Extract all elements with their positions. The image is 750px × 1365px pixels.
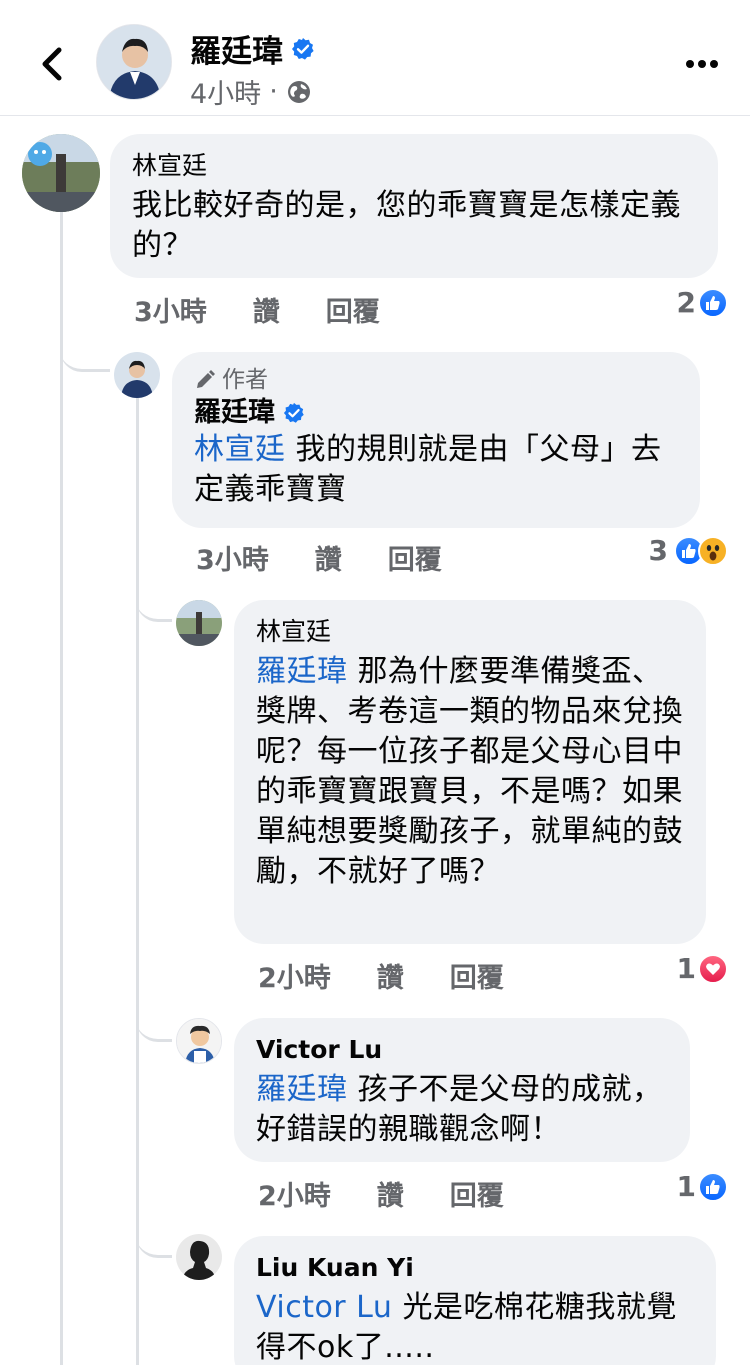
comment-text: 羅廷瑋 孩子不是父母的成就，好錯誤的親職觀念啊！ <box>256 1070 668 1150</box>
mention-link[interactable]: Victor Lu <box>256 1290 392 1325</box>
like-icon <box>698 1171 728 1202</box>
back-button[interactable] <box>28 40 76 88</box>
top-bar: 羅廷瑋 4小時 · <box>0 0 750 116</box>
commenter-name[interactable]: Liu Kuan Yi <box>256 1252 694 1284</box>
reaction-count: 1 <box>676 952 696 985</box>
thread-line <box>60 210 63 1365</box>
author-tag-label: 作者 <box>222 367 268 393</box>
comment-time[interactable]: 2小時 <box>258 956 331 995</box>
like-icon <box>698 287 728 318</box>
reaction-summary[interactable]: 1 <box>677 1170 728 1203</box>
comment-text: Victor Lu 光是吃棉花糖我就覺得不ok了..... <box>256 1288 694 1365</box>
comment-time[interactable]: 3小時 <box>196 538 269 577</box>
commenter-avatar[interactable] <box>176 600 222 646</box>
reply-button[interactable]: 回覆 <box>326 290 380 329</box>
comment-bubble: 作者 羅廷瑋 林宣廷 我的規則就是由「父母」去定義乖寶寶 <box>172 352 700 528</box>
verified-badge-icon <box>292 37 314 60</box>
mention-link[interactable]: 林宣廷 <box>194 432 286 467</box>
meta-separator: · <box>269 76 278 107</box>
pencil-icon <box>197 370 215 388</box>
comment-text: 我比較好奇的是，您的乖寶寶是怎樣定義的？ <box>132 186 696 266</box>
chevron-left-icon <box>42 47 62 81</box>
comment-text: 林宣廷 我的規則就是由「父母」去定義乖寶寶 <box>194 430 678 510</box>
comment-body: 那為什麼要準備獎盃、獎牌、考卷這一類的物品來兌換呢？每一位孩子都是父母心目中的乖… <box>256 654 683 889</box>
comment-text: 羅廷瑋 那為什麼要準備獎盃、獎牌、考卷這一類的物品來兌換呢？每一位孩子都是父母心… <box>256 652 684 892</box>
comment-body: 我比較好奇的是，您的乖寶寶是怎樣定義的？ <box>132 188 681 263</box>
reaction-count: 1 <box>676 1170 696 1203</box>
comment-actions: 3小時 讚 回覆 <box>134 290 380 329</box>
reaction-count: 2 <box>676 286 696 319</box>
like-button[interactable]: 讚 <box>377 1174 404 1213</box>
reply-button[interactable]: 回覆 <box>450 956 504 995</box>
thread-branch <box>136 1000 172 1042</box>
comment-actions: 2小時 讚 回覆 <box>258 1174 504 1213</box>
commenter-name[interactable]: 羅廷瑋 <box>194 396 275 430</box>
like-button[interactable]: 讚 <box>377 956 404 995</box>
more-dots-icon <box>686 60 718 68</box>
mention-link[interactable]: 羅廷瑋 <box>256 654 348 689</box>
comment-actions: 2小時 讚 回覆 <box>258 956 504 995</box>
author-name[interactable]: 羅廷瑋 <box>190 26 283 71</box>
post-comments-page: 羅廷瑋 4小時 · 林宣廷 我比較好奇的是，您的乖寶寶是怎樣定義的？ 3小時 讚… <box>0 0 750 1365</box>
reaction-summary[interactable]: 3 <box>649 534 728 567</box>
comment-time[interactable]: 2小時 <box>258 1174 331 1213</box>
comment-bubble: Liu Kuan Yi Victor Lu 光是吃棉花糖我就覺得不ok了....… <box>234 1236 716 1365</box>
more-options-button[interactable] <box>682 44 722 84</box>
commenter-name-row: 羅廷瑋 <box>194 396 678 430</box>
reply-button[interactable]: 回覆 <box>388 538 442 577</box>
mention-link[interactable]: 羅廷瑋 <box>256 1072 348 1107</box>
comment-bubble: 林宣廷 羅廷瑋 那為什麼要準備獎盃、獎牌、考卷這一類的物品來兌換呢？每一位孩子都… <box>234 600 706 944</box>
wow-icon <box>698 535 728 566</box>
thread-branch <box>60 320 110 372</box>
post-meta: 4小時 · <box>190 72 312 111</box>
comment-actions: 3小時 讚 回覆 <box>196 538 442 577</box>
commenter-name[interactable]: Victor Lu <box>256 1034 668 1066</box>
reaction-summary[interactable]: 1 <box>677 952 728 985</box>
author-name-row: 羅廷瑋 <box>190 26 315 71</box>
love-icon <box>698 953 728 984</box>
like-button[interactable]: 讚 <box>315 538 342 577</box>
author-avatar[interactable] <box>96 24 172 100</box>
commenter-avatar[interactable] <box>114 352 160 398</box>
commenter-avatar[interactable] <box>176 1018 222 1064</box>
commenter-name[interactable]: 林宣廷 <box>132 150 696 182</box>
reply-button[interactable]: 回覆 <box>450 1174 504 1213</box>
reaction-count: 3 <box>648 534 668 567</box>
author-tag: 作者 <box>194 366 678 394</box>
commenter-name[interactable]: 林宣廷 <box>256 616 684 648</box>
comment-time[interactable]: 3小時 <box>134 290 207 329</box>
comment-bubble: 林宣廷 我比較好奇的是，您的乖寶寶是怎樣定義的？ <box>110 134 718 278</box>
commenter-avatar[interactable] <box>22 134 100 212</box>
post-time[interactable]: 4小時 <box>190 72 261 111</box>
like-button[interactable]: 讚 <box>253 290 280 329</box>
thread-branch <box>136 580 172 622</box>
comment-bubble: Victor Lu 羅廷瑋 孩子不是父母的成就，好錯誤的親職觀念啊！ <box>234 1018 690 1162</box>
verified-badge-icon <box>283 402 304 423</box>
reaction-summary[interactable]: 2 <box>677 286 728 319</box>
globe-icon <box>287 80 310 103</box>
thread-branch <box>136 1216 172 1258</box>
commenter-avatar[interactable] <box>176 1234 222 1280</box>
